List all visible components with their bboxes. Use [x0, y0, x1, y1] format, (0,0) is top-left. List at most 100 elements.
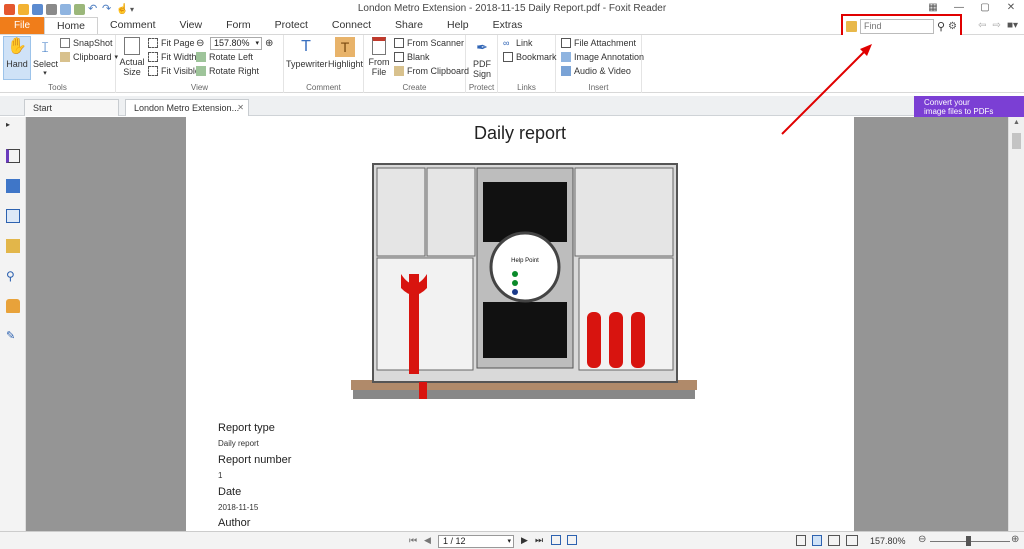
search-icon[interactable]: ⚲: [937, 20, 945, 33]
save-icon[interactable]: [32, 3, 43, 15]
select-button[interactable]: 𝙸 Select ▾: [33, 37, 58, 79]
audio-video-button[interactable]: Audio & Video: [561, 66, 631, 76]
tab-document-label: London Metro Extension...: [134, 103, 240, 113]
typewriter-button[interactable]: T Typewriter: [286, 37, 328, 69]
scroll-thumb[interactable]: [1012, 133, 1021, 149]
highlight-icon: T: [335, 37, 355, 57]
snapshot-button[interactable]: SnapShot: [60, 38, 113, 48]
group-create: From File From Scanner Blank From Clipbo…: [364, 35, 469, 93]
tab-help[interactable]: Help: [435, 17, 481, 34]
tab-protect[interactable]: Protect: [263, 17, 320, 34]
previous-view-icon[interactable]: [551, 535, 561, 545]
fit-visible-button[interactable]: Fit Visible: [148, 66, 200, 76]
vertical-scrollbar[interactable]: ▲: [1008, 117, 1024, 531]
file-attachment-button[interactable]: File Attachment: [561, 38, 636, 48]
tab-extras[interactable]: Extras: [481, 17, 535, 34]
actual-size-button[interactable]: Actual Size: [119, 37, 145, 77]
field-value-report-number: 1: [218, 471, 223, 480]
page-number-input[interactable]: 1 / 12 ▾: [438, 535, 514, 548]
tab-file[interactable]: File: [0, 17, 44, 34]
zoom-value: 157.80%: [214, 38, 250, 48]
next-page-icon[interactable]: ▶: [521, 535, 528, 546]
close-tab-icon[interactable]: ✕: [237, 100, 244, 116]
zoom-in-icon[interactable]: ⊕: [265, 38, 273, 49]
blank-button[interactable]: Blank: [394, 52, 430, 62]
ribbon: ✋ Hand 𝙸 Select ▾ SnapShot Clipboard ▾ Too…: [0, 35, 1024, 93]
rotate-left-button[interactable]: Rotate Left: [196, 52, 253, 62]
security-panel-icon[interactable]: [6, 299, 20, 313]
clipboard-create-icon: [394, 66, 404, 76]
open-icon[interactable]: [18, 3, 29, 15]
email-icon[interactable]: [60, 3, 71, 15]
tab-view[interactable]: View: [168, 17, 215, 34]
link-button[interactable]: ∞ Link: [503, 38, 533, 48]
previous-result-icon[interactable]: ⇦: [978, 20, 986, 31]
first-page-icon[interactable]: ⏮: [409, 535, 417, 546]
redo-icon[interactable]: ↷: [102, 3, 113, 15]
tab-connect[interactable]: Connect: [320, 17, 383, 34]
image-annotation-icon: [561, 52, 571, 62]
bookmarks-panel-icon[interactable]: [6, 149, 20, 163]
image-annotation-label: Image Annotation: [574, 52, 645, 62]
from-clipboard-label: From Clipboard: [407, 66, 470, 76]
signatures-panel-icon[interactable]: ✎: [6, 329, 20, 343]
tab-comment[interactable]: Comment: [98, 17, 168, 34]
tab-document[interactable]: London Metro Extension... ✕: [125, 99, 249, 116]
from-clipboard-button[interactable]: From Clipboard: [394, 66, 469, 76]
zoom-in-status-icon[interactable]: ⊕: [1011, 534, 1019, 545]
bookmark-button[interactable]: Bookmark: [503, 52, 557, 62]
continuous-page-icon[interactable]: [812, 535, 822, 546]
protect-group-label: Protect: [468, 83, 495, 92]
rotate-right-button[interactable]: Rotate Right: [196, 66, 259, 76]
zoom-out-status-icon[interactable]: ⊖: [918, 534, 926, 545]
find-input[interactable]: [859, 18, 934, 34]
print-icon[interactable]: [46, 3, 57, 15]
highlight-button[interactable]: T Highlight: [328, 37, 364, 69]
pages-panel-icon[interactable]: [6, 179, 20, 193]
hand-tool-icon[interactable]: ☝: [116, 4, 128, 15]
attachments-panel-icon[interactable]: ⚲: [6, 269, 20, 283]
pdf-sign-button[interactable]: ✒ PDF Sign: [468, 37, 496, 79]
customize-qat-icon[interactable]: ▾: [130, 4, 141, 15]
image-annotation-button[interactable]: Image Annotation: [561, 52, 644, 62]
tab-home[interactable]: Home: [44, 17, 99, 34]
image-icon[interactable]: [74, 3, 85, 15]
highlight-label: Highlight: [328, 59, 364, 69]
tab-share[interactable]: Share: [383, 17, 435, 34]
zoom-select[interactable]: 157.80% ▾: [210, 37, 262, 50]
undo-icon[interactable]: ↶: [88, 3, 99, 15]
convert-promo-banner[interactable]: Convert your image files to PDFs: [914, 96, 1024, 117]
hand-button[interactable]: ✋ Hand: [3, 36, 31, 80]
promo-line-1: Convert your: [924, 98, 970, 107]
scroll-up-icon[interactable]: ▲: [1013, 119, 1020, 126]
pdf-sign-label: PDF Sign: [472, 59, 491, 79]
fit-width-button[interactable]: Fit Width: [148, 52, 197, 62]
from-file-button[interactable]: From File: [367, 37, 391, 77]
facing-page-icon[interactable]: [828, 535, 840, 546]
layers-panel-icon[interactable]: [6, 209, 20, 223]
expand-panel-icon[interactable]: ▸: [6, 120, 20, 134]
document-workspace[interactable]: Daily report Help Point Report type Dail…: [26, 117, 1008, 531]
next-view-icon[interactable]: [567, 535, 577, 545]
fit-width-label: Fit Width: [161, 52, 197, 62]
single-page-icon[interactable]: [796, 535, 806, 546]
zoom-slider-knob[interactable]: [966, 536, 971, 546]
zoom-out-icon[interactable]: ⊖: [196, 38, 204, 49]
maximize-button[interactable]: ▢: [972, 0, 998, 16]
tab-start[interactable]: Start: [24, 99, 119, 116]
find-settings-icon[interactable]: ⚙: [948, 21, 957, 32]
clipboard-button[interactable]: Clipboard ▾: [60, 52, 118, 62]
close-button[interactable]: ✕: [998, 0, 1024, 16]
from-scanner-button[interactable]: From Scanner: [394, 38, 464, 48]
snapshot-label: SnapShot: [73, 38, 113, 48]
typewriter-label: Typewriter: [286, 59, 328, 69]
last-page-icon[interactable]: ⏭: [535, 535, 543, 546]
comments-panel-icon[interactable]: [6, 239, 20, 253]
user-account-icon[interactable]: ■▾: [1007, 20, 1018, 31]
previous-page-icon[interactable]: ◀: [424, 535, 431, 546]
find-options-icon[interactable]: [846, 20, 857, 32]
fit-page-button[interactable]: Fit Page: [148, 38, 195, 48]
tab-form[interactable]: Form: [214, 17, 263, 34]
continuous-facing-icon[interactable]: [846, 535, 858, 546]
next-result-icon[interactable]: ⇨: [993, 20, 1001, 31]
